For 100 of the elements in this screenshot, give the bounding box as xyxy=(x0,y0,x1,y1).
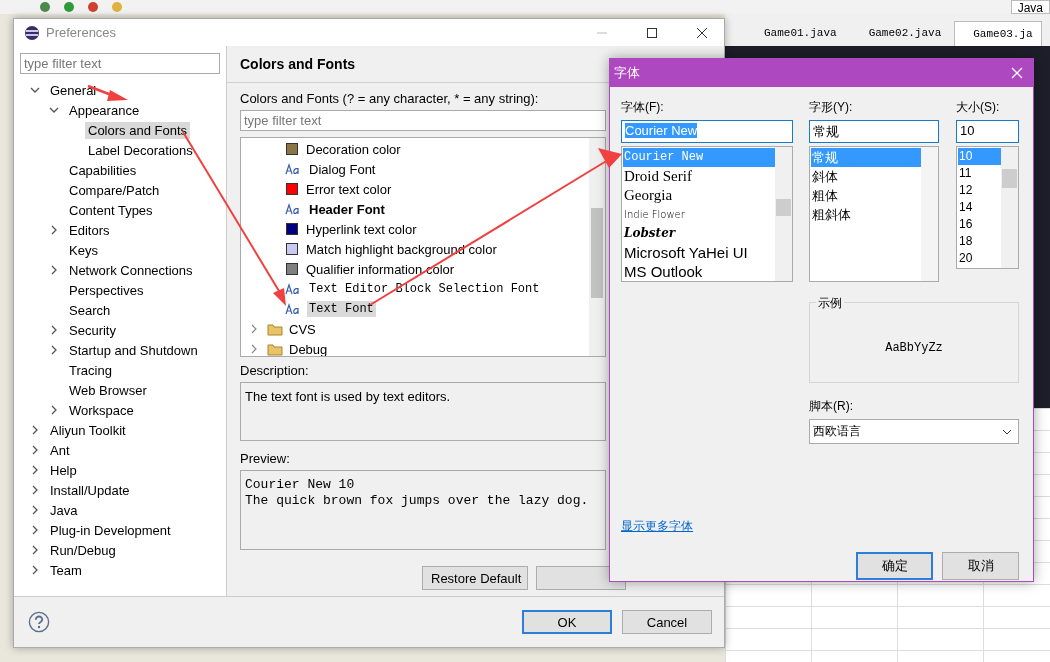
list-item[interactable]: Text Font xyxy=(307,301,376,317)
list-item[interactable]: Decoration color xyxy=(304,140,403,158)
list-item[interactable]: Match highlight background color xyxy=(304,240,499,258)
more-fonts-link[interactable]: 显示更多字体 xyxy=(621,518,693,535)
tree-item[interactable]: Editors xyxy=(66,221,113,239)
tree-item[interactable]: Ant xyxy=(47,441,73,459)
expand-icon[interactable] xyxy=(249,324,259,334)
scrollbar[interactable] xyxy=(589,138,605,356)
tree-item[interactable]: Java xyxy=(47,501,81,519)
tree-item[interactable]: Colors and Fonts xyxy=(85,121,190,139)
font-option[interactable]: MS Outlook xyxy=(623,262,775,281)
tree-item[interactable]: Appearance xyxy=(66,101,143,119)
script-dropdown[interactable]: 西欧语言 xyxy=(809,419,1019,444)
tree-item[interactable]: Security xyxy=(66,321,119,339)
style-option[interactable]: 斜体 xyxy=(811,167,921,186)
expand-icon[interactable] xyxy=(30,425,40,435)
preview-label: Preview: xyxy=(240,451,291,466)
tree-item[interactable]: Plug-in Development xyxy=(47,521,174,539)
tree-item[interactable]: Content Types xyxy=(66,201,156,219)
expand-icon[interactable] xyxy=(30,505,40,515)
tree-item[interactable]: Startup and Shutdown xyxy=(66,341,201,359)
list-item[interactable]: Qualifier information color xyxy=(304,260,457,278)
scrollbar[interactable] xyxy=(1001,147,1018,268)
editor-tab[interactable]: Game02.java xyxy=(849,20,951,46)
style-option[interactable]: 粗斜体 xyxy=(811,205,921,224)
font-option[interactable]: Droid Serif xyxy=(623,167,775,186)
filter-field[interactable]: type filter text xyxy=(20,53,220,74)
tree-item[interactable]: Search xyxy=(66,301,114,319)
font-label: 字体(F): xyxy=(621,99,665,116)
expand-icon[interactable] xyxy=(49,225,59,235)
list-item[interactable]: Header Font xyxy=(307,200,387,218)
tree-item[interactable]: Workspace xyxy=(66,401,137,419)
tree-item[interactable]: Help xyxy=(47,461,80,479)
tree-item[interactable]: Team xyxy=(47,561,85,579)
toolbar-icon[interactable] xyxy=(40,2,50,12)
size-option[interactable]: 14 xyxy=(958,199,1001,216)
size-label: 大小(S): xyxy=(956,99,1001,116)
tree-item[interactable]: Capabilities xyxy=(66,161,140,179)
style-option[interactable]: 粗体 xyxy=(811,186,921,205)
editor-tab[interactable]: Game03.ja xyxy=(954,21,1042,46)
tree-item[interactable]: Keys xyxy=(66,241,101,259)
font-style-field[interactable]: 常规 xyxy=(809,120,939,143)
expand-icon[interactable] xyxy=(30,525,40,535)
expand-icon[interactable] xyxy=(49,265,59,275)
expand-icon[interactable] xyxy=(30,445,40,455)
restore-defaults-button[interactable]: Restore Default xyxy=(422,566,528,590)
list-item[interactable]: CVS xyxy=(287,320,318,338)
tree-item[interactable]: General xyxy=(47,81,100,99)
collapse-icon[interactable] xyxy=(30,85,40,95)
tree-item[interactable]: Install/Update xyxy=(47,481,133,499)
size-option[interactable]: 11 xyxy=(958,165,1001,182)
tree-item[interactable]: Tracing xyxy=(66,361,115,379)
font-option[interactable]: Microsoft YaHei UI xyxy=(623,243,775,262)
expand-icon[interactable] xyxy=(30,565,40,575)
cancel-button[interactable]: Cancel xyxy=(622,610,712,634)
maximize-icon[interactable] xyxy=(646,26,658,39)
ok-button[interactable]: 确定 xyxy=(856,552,933,580)
list-item[interactable]: Debug xyxy=(287,340,330,356)
tree-item[interactable]: Run/Debug xyxy=(47,541,119,559)
tree-item[interactable]: Perspectives xyxy=(66,281,147,299)
expand-icon[interactable] xyxy=(30,465,40,475)
filter-field[interactable]: type filter text xyxy=(240,110,606,131)
font-option[interactable]: Lobster xyxy=(623,224,775,243)
scrollbar[interactable] xyxy=(775,147,792,281)
editor-tab[interactable]: Game01.java xyxy=(745,20,846,46)
preview-text: Courier New 10 xyxy=(245,477,356,493)
list-item[interactable]: Dialog Font xyxy=(307,160,378,178)
font-option[interactable]: Georgia xyxy=(623,186,775,205)
help-icon[interactable] xyxy=(28,611,50,633)
size-option[interactable]: 12 xyxy=(958,182,1001,199)
toolbar-icon[interactable] xyxy=(64,2,74,12)
expand-icon[interactable] xyxy=(49,405,59,415)
list-item[interactable]: Error text color xyxy=(304,180,394,198)
size-option[interactable]: 18 xyxy=(958,233,1001,250)
cancel-button[interactable]: 取消 xyxy=(942,552,1019,580)
collapse-icon[interactable] xyxy=(49,105,59,115)
ok-button[interactable]: OK xyxy=(522,610,612,634)
expand-icon[interactable] xyxy=(49,325,59,335)
perspective-button[interactable]: Java xyxy=(1010,0,1050,14)
script-label: 脚本(R): xyxy=(809,398,854,415)
toolbar-icon[interactable] xyxy=(88,2,98,12)
tree-item[interactable]: Network Connections xyxy=(66,261,196,279)
size-option[interactable]: 20 xyxy=(958,250,1001,267)
dropdown-icon xyxy=(1002,428,1012,435)
close-icon[interactable] xyxy=(696,26,708,39)
description-label: Description: xyxy=(240,363,310,378)
tree-item[interactable]: Web Browser xyxy=(66,381,150,399)
expand-icon[interactable] xyxy=(30,485,40,495)
expand-icon[interactable] xyxy=(49,345,59,355)
tree-item[interactable]: Compare/Patch xyxy=(66,181,163,199)
font-option[interactable]: Indie Flower xyxy=(623,205,775,224)
expand-icon[interactable] xyxy=(30,545,40,555)
font-icon xyxy=(285,303,301,315)
size-option[interactable]: 16 xyxy=(958,216,1001,233)
expand-icon[interactable] xyxy=(249,344,259,354)
list-item[interactable]: Hyperlink text color xyxy=(304,220,419,238)
tree-item[interactable]: Aliyun Toolkit xyxy=(47,421,129,439)
dialog-title: 字体 xyxy=(614,64,640,82)
font-size-field[interactable]: 10 xyxy=(956,120,1019,143)
tree-item[interactable]: Label Decorations xyxy=(85,141,196,159)
